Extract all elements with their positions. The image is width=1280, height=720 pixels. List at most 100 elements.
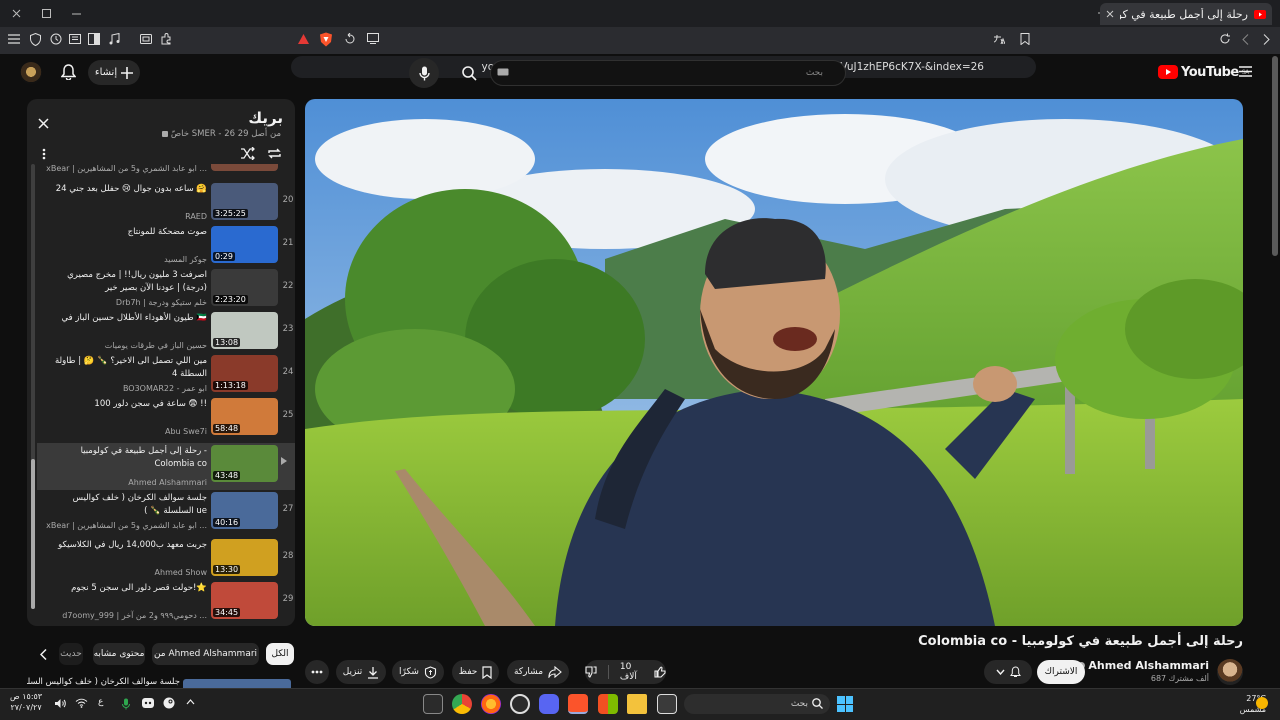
dislike-icon[interactable] [585, 666, 597, 678]
close-playlist-icon[interactable] [38, 118, 49, 129]
brave-shields-icon[interactable] [319, 32, 333, 47]
firefox-icon[interactable] [481, 694, 501, 714]
chip-recent[interactable]: حديث [59, 643, 83, 665]
thanks-button[interactable]: شكرًا [392, 660, 444, 684]
chrome-icon[interactable] [452, 694, 472, 714]
search-icon [461, 65, 477, 81]
search-button[interactable] [449, 60, 489, 86]
pip-icon[interactable] [367, 33, 379, 44]
epic-games-icon[interactable] [423, 694, 443, 714]
discord-icon[interactable] [539, 694, 559, 714]
playlist-item[interactable]: xBear | ابو عابد الشمري و5 من المشاهيرين… [37, 164, 295, 176]
volume-icon[interactable] [54, 698, 66, 709]
search-input[interactable]: بحث [490, 60, 846, 86]
taskbar-search-input[interactable]: بحث [684, 694, 830, 714]
notification-toggle-button[interactable] [984, 660, 1032, 684]
playlist-thumbnail: 58:48 [211, 398, 278, 435]
clock[interactable]: ١٥:٥٣ ص ٢٧/٠٧/٢٧ [10, 691, 42, 713]
chip-from-channel[interactable]: من Ahmed Alshammari [152, 643, 259, 665]
shuffle-icon[interactable] [240, 147, 255, 160]
notifications-bell-icon[interactable] [61, 64, 76, 80]
playlist-item[interactable]: 34:45 29 حولت قصر دلور الى سجن 5 نجوم!⭐ d7o… [37, 580, 295, 623]
channel-avatar[interactable] [1217, 659, 1243, 685]
playlist-index: 23 [282, 324, 294, 334]
playlist-item[interactable]: 58:48 25 100 ساعة في سجن دلور 😨 !! Abu Swe7… [37, 396, 295, 439]
playlist-item[interactable]: 3:25:25 20 24 ساعه بدون جوال 😢 حفلل بعد جن… [37, 181, 295, 224]
shield-icon[interactable] [30, 33, 41, 46]
discord-tray-icon[interactable] [142, 698, 154, 708]
forward-icon[interactable] [1263, 34, 1270, 45]
more-actions-button[interactable] [305, 660, 329, 684]
minimize-window-icon[interactable] [70, 7, 82, 19]
browser-tab[interactable]: رحلة إلى أجمل طبيعة في كولو... [1100, 3, 1272, 25]
sun-icon [1256, 697, 1268, 709]
video-duration: 1:13:18 [213, 381, 248, 390]
chip-all[interactable]: الكل [266, 643, 294, 665]
page-scrollbar[interactable] [1272, 56, 1278, 256]
history-icon[interactable] [50, 33, 62, 45]
steam-tray-icon[interactable] [163, 697, 175, 709]
subscribe-button[interactable]: الاشتراك [1037, 660, 1085, 684]
keyboard-icon[interactable] [497, 68, 509, 76]
playlist-item[interactable]: 40:16 27 جلسة سوالف الكرخان ( خلف كواليس ا… [37, 490, 295, 533]
extensions-icon[interactable] [160, 33, 172, 45]
reload-icon[interactable] [1219, 33, 1231, 45]
file-explorer-icon[interactable] [627, 694, 647, 714]
microsoft-store-icon[interactable] [598, 694, 618, 714]
playlist-index: 24 [282, 367, 294, 377]
channel-name[interactable]: Ahmed Alshammari [1075, 659, 1209, 672]
share-button[interactable]: مشاركة [507, 660, 569, 684]
subscriber-count: 687 ألف مشترك [1150, 674, 1209, 683]
playlist-item[interactable]: 13:08 23 طيون الأهوداء الأطلال حسين الباز … [37, 310, 295, 353]
sidebar-icon[interactable] [88, 33, 100, 45]
start-button-icon[interactable] [837, 696, 853, 712]
playlist-item[interactable]: 13:30 28 جربت معهد ب14,000 ريال في الكلاسي… [37, 537, 295, 580]
playlist-item[interactable]: 1:13:18 24 مين اللي تصمل الى الاخير؟ 🍾 🤔 |… [37, 353, 295, 396]
playlist-item[interactable]: 43:48 رحلة إلى أجمل طبيعة في كولومبيا - C… [37, 443, 295, 490]
obs-icon[interactable] [510, 694, 530, 714]
reader-icon[interactable] [69, 33, 81, 45]
like-divider [608, 665, 609, 679]
music-icon[interactable] [109, 33, 120, 45]
next-video-item[interactable]: جلسة سوالف الكرخان ( خلف كواليس السلسلة [27, 676, 295, 688]
video-duration: 40:16 [213, 518, 241, 527]
task-view-icon[interactable] [657, 694, 677, 714]
create-button[interactable]: إنشاء [88, 60, 140, 85]
download-button[interactable]: تنزيل [336, 660, 386, 684]
tray-overflow-icon[interactable] [186, 699, 195, 705]
language-indicator[interactable]: ع [98, 697, 103, 707]
subscribe-label: الاشتراك [1044, 667, 1078, 677]
translate-icon[interactable] [994, 34, 1005, 44]
youtube-logo[interactable]: YouTube SA [1158, 62, 1249, 82]
video-player[interactable] [305, 99, 1243, 626]
menu-icon[interactable] [8, 34, 20, 44]
loop-icon[interactable] [267, 147, 282, 160]
video-duration: 13:30 [213, 565, 241, 574]
voice-search-button[interactable] [409, 58, 439, 88]
super-thanks-icon [424, 665, 437, 679]
download-icon [367, 666, 379, 679]
brave-rewards-icon[interactable] [298, 34, 309, 44]
playlist-scrollbar-thumb[interactable] [31, 459, 35, 609]
share-icon[interactable] [344, 33, 356, 45]
close-window-icon[interactable] [10, 7, 22, 19]
wallet-icon[interactable] [140, 33, 152, 45]
account-avatar[interactable] [20, 62, 42, 84]
mic-tray-icon[interactable] [122, 698, 130, 710]
wifi-icon[interactable] [75, 698, 88, 708]
chip-related[interactable]: محتوى مشابه [93, 643, 145, 665]
restore-window-icon[interactable] [40, 7, 52, 19]
playlist-item[interactable]: 2:23:20 22 اصرفت 3 مليون ريال!! | مخرج مصي… [37, 267, 295, 310]
close-tab-icon[interactable] [1106, 10, 1114, 18]
save-button[interactable]: حفظ [452, 660, 499, 684]
brave-icon[interactable] [568, 694, 588, 714]
more-options-icon[interactable] [42, 148, 46, 160]
guide-menu-icon[interactable] [1239, 66, 1252, 77]
like-button[interactable]: 10 آلاف [585, 660, 666, 684]
playlist-item-title: جربت معهد ب14,000 ريال في الكلاسيكو [58, 540, 207, 550]
chips-prev-icon[interactable] [37, 647, 49, 661]
back-icon[interactable] [1242, 34, 1249, 45]
playlist-item[interactable]: 0:29 21 صوت مضحكة للمونتاج جوكر المسيد [37, 224, 295, 267]
video-duration: 58:48 [213, 424, 241, 433]
bookmark-icon[interactable] [1020, 33, 1030, 45]
